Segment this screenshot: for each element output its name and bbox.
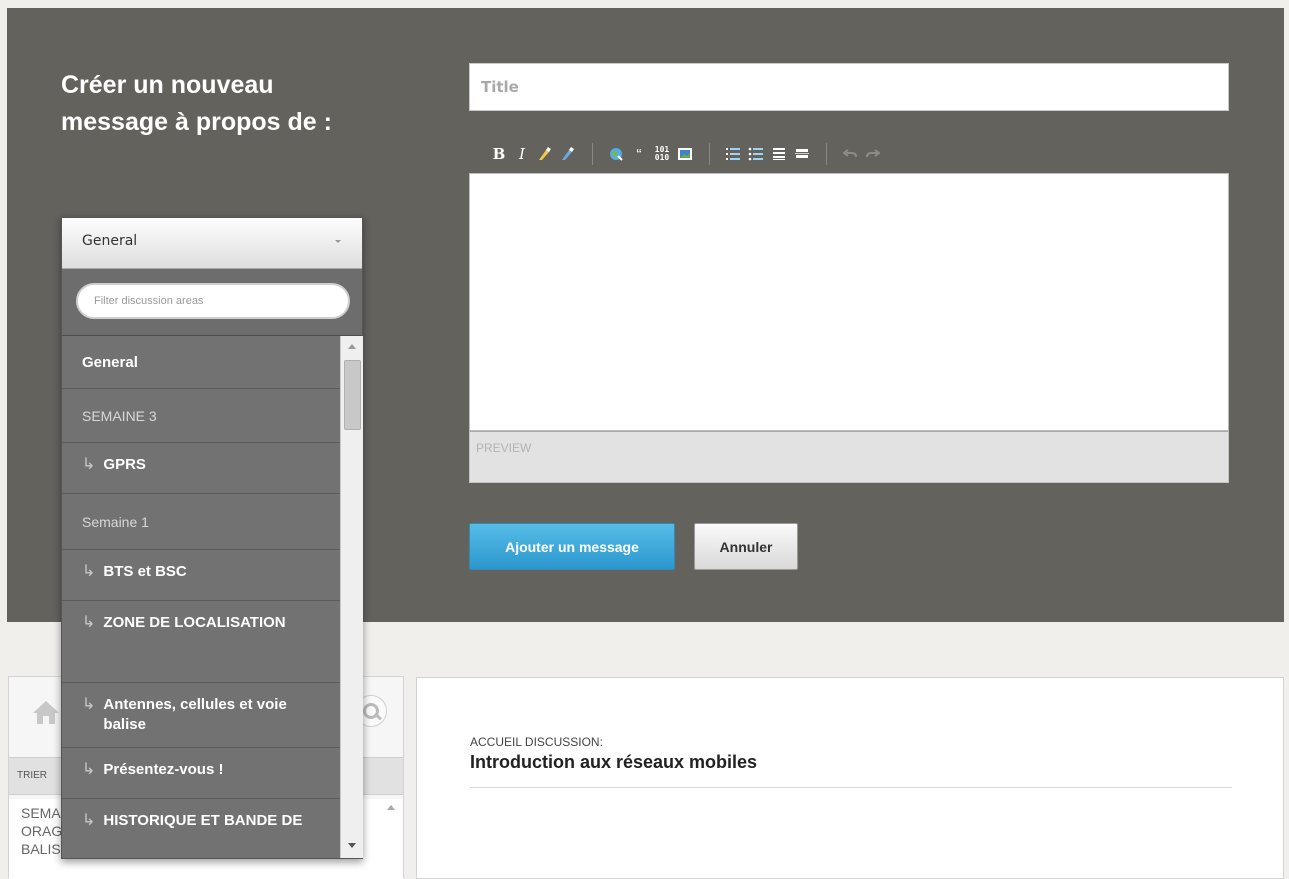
toolbar-separator	[592, 143, 593, 165]
chevron-down-icon	[335, 240, 341, 243]
area-option-label: Présentez-vous !	[103, 761, 224, 778]
child-arrow-icon: ↳	[82, 696, 96, 713]
area-option[interactable]: ↳ BTS et BSC	[62, 550, 340, 601]
code-button[interactable]: 101 010	[651, 144, 673, 164]
scroll-up-icon[interactable]	[348, 344, 356, 349]
scroll-down-icon[interactable]	[348, 843, 356, 848]
breadcrumb[interactable]: ACCUEIL DISCUSSION:	[470, 735, 603, 749]
discussion-area-dropdown: General General SEMAINE 3 ↳ GPRS Semaine 1 ↳ B…	[61, 217, 363, 859]
cancel-button[interactable]: Annuler	[694, 523, 798, 570]
highlight-icon[interactable]	[534, 144, 556, 164]
horizontal-rule-icon[interactable]	[791, 144, 813, 164]
selected-area-label: General	[82, 233, 138, 249]
filter-input[interactable]	[76, 283, 350, 319]
text-color-icon[interactable]	[557, 144, 579, 164]
area-option[interactable]: ↳ GPRS	[62, 443, 340, 494]
area-option[interactable]: Semaine 1	[62, 494, 340, 550]
quote-button[interactable]: “	[628, 144, 650, 164]
bold-button[interactable]: B	[488, 144, 510, 164]
home-icon[interactable]	[31, 699, 61, 732]
area-option-label: SEMAINE 3	[82, 407, 157, 424]
area-option-label: Antennes, cellules et voie balise	[103, 696, 287, 733]
image-icon[interactable]	[674, 144, 696, 164]
title-divider	[470, 787, 1232, 788]
link-globe-icon[interactable]	[605, 144, 627, 164]
area-option-label: Semaine 1	[82, 513, 149, 530]
discussion-area-select[interactable]: General	[62, 218, 362, 269]
area-options-list: General SEMAINE 3 ↳ GPRS Semaine 1 ↳ BTS et BS…	[62, 336, 340, 860]
child-arrow-icon: ↳	[82, 456, 96, 473]
preview-area: PREVIEW	[469, 431, 1229, 483]
scroll-thumb[interactable]	[344, 360, 361, 430]
title-input[interactable]	[469, 63, 1229, 111]
area-option[interactable]: ↳ ZONE DE LOCALISATION	[62, 601, 340, 683]
numbered-list-icon[interactable]	[722, 144, 744, 164]
heading-icon[interactable]	[768, 144, 790, 164]
main-content: ACCUEIL DISCUSSION: Introduction aux rés…	[416, 677, 1284, 879]
area-option[interactable]: ↳ HISTORIQUE ET BANDE DE	[62, 799, 340, 860]
toolbar-separator	[709, 143, 710, 165]
dropdown-scrollbar[interactable]	[340, 336, 363, 858]
sort-label: TRIER	[17, 770, 47, 781]
area-option-label: HISTORIQUE ET BANDE DE	[103, 812, 303, 829]
new-post-heading: Créer un nouveau message à propos de :	[61, 71, 332, 136]
child-arrow-icon: ↳	[82, 761, 96, 778]
child-arrow-icon: ↳	[82, 812, 96, 829]
area-option-label: BTS et BSC	[103, 563, 187, 580]
child-arrow-icon: ↳	[82, 614, 96, 631]
undo-icon[interactable]	[839, 144, 861, 164]
scroll-up-icon[interactable]	[387, 805, 395, 810]
area-option[interactable]: ↳ Antennes, cellules et voie balise	[62, 683, 340, 748]
filter-wrapper	[62, 269, 362, 336]
area-option-label: ZONE DE LOCALISATION	[103, 614, 286, 631]
page-title: Introduction aux réseaux mobiles	[470, 752, 758, 772]
redo-icon[interactable]	[862, 144, 884, 164]
child-arrow-icon: ↳	[82, 563, 96, 580]
bullet-list-icon[interactable]	[745, 144, 767, 164]
add-message-button[interactable]: Ajouter un message	[469, 523, 675, 570]
message-editor[interactable]	[469, 173, 1229, 431]
italic-button[interactable]: I	[511, 144, 533, 164]
editor-toolbar: B I “ 101 010	[488, 143, 885, 165]
area-option-label: General	[82, 353, 138, 371]
area-option-label: GPRS	[103, 456, 146, 473]
toolbar-separator	[826, 143, 827, 165]
preview-label: PREVIEW	[476, 441, 532, 455]
code-icon-bottom: 010	[654, 153, 670, 162]
area-option[interactable]: General	[62, 336, 340, 389]
area-option[interactable]: ↳ Présentez-vous !	[62, 748, 340, 799]
area-option[interactable]: SEMAINE 3	[62, 389, 340, 443]
